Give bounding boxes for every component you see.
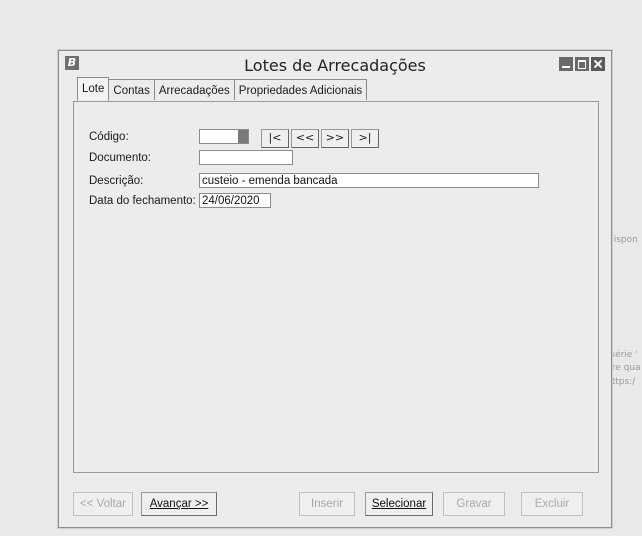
avancar-label: Avançar >> bbox=[149, 498, 209, 510]
excluir-button[interactable]: Excluir bbox=[521, 492, 583, 516]
nav-next-button[interactable]: >> bbox=[321, 129, 349, 148]
title-bar[interactable]: B Lotes de Arrecadações bbox=[59, 51, 611, 77]
documento-label: Documento: bbox=[89, 152, 152, 164]
selecionar-label: Selecionar bbox=[371, 498, 427, 510]
maximize-icon[interactable] bbox=[575, 57, 589, 71]
selecionar-button[interactable]: Selecionar bbox=[365, 492, 433, 516]
tab-strip: Lote Contas Arrecadações Propriedades Ad… bbox=[77, 77, 368, 101]
tab-contas[interactable]: Contas bbox=[108, 79, 155, 100]
tab-arrecadacoes[interactable]: Arrecadações bbox=[153, 79, 235, 100]
lotes-window: B Lotes de Arrecadações Lote Contas Arre… bbox=[58, 50, 612, 528]
codigo-label: Código: bbox=[89, 131, 129, 143]
avancar-button[interactable]: Avançar >> bbox=[141, 492, 217, 516]
descricao-label: Descrição: bbox=[89, 175, 144, 187]
voltar-button[interactable]: << Voltar bbox=[73, 492, 133, 516]
window-controls bbox=[559, 57, 605, 71]
minimize-icon[interactable] bbox=[559, 57, 573, 71]
nav-first-button[interactable]: |< bbox=[261, 129, 289, 148]
inserir-button[interactable]: Inserir bbox=[299, 492, 355, 516]
documento-field[interactable] bbox=[199, 150, 293, 165]
codigo-lookup-icon[interactable] bbox=[238, 130, 248, 143]
descricao-field[interactable] bbox=[199, 173, 539, 188]
tab-propriedades-adicionais[interactable]: Propriedades Adicionais bbox=[233, 79, 368, 100]
nav-previous-button[interactable]: << bbox=[291, 129, 319, 148]
background-text-1: dispon bbox=[608, 235, 638, 245]
tab-panel-lote bbox=[73, 101, 599, 473]
nav-last-button[interactable]: >| bbox=[351, 129, 379, 148]
gravar-button[interactable]: Gravar bbox=[443, 492, 505, 516]
window-title: Lotes de Arrecadações bbox=[244, 56, 426, 75]
data-fechamento-label: Data do fechamento: bbox=[89, 195, 196, 207]
tab-lote[interactable]: Lote bbox=[77, 77, 110, 101]
data-fechamento-field[interactable] bbox=[199, 193, 271, 208]
close-icon[interactable] bbox=[591, 57, 605, 71]
